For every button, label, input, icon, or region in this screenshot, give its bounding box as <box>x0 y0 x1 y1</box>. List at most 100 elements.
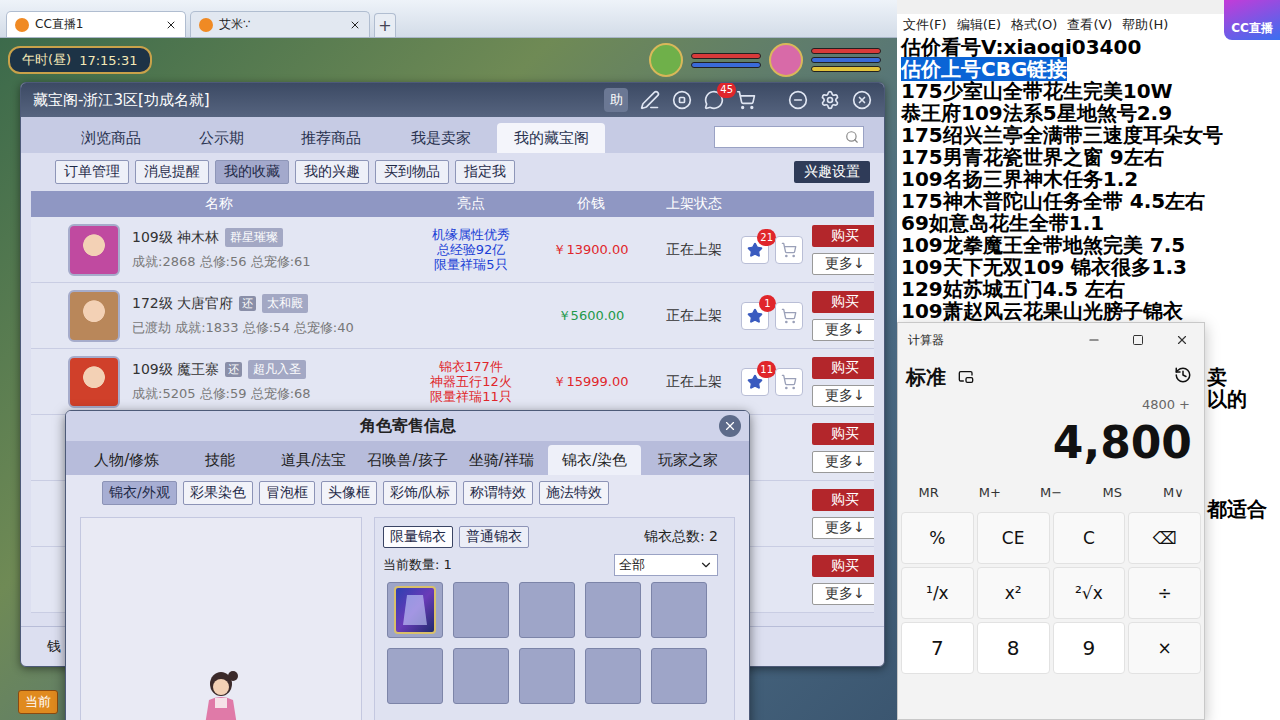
key-button[interactable]: ¹/x <box>901 567 974 619</box>
sub-tab[interactable]: 消息提醒 <box>135 160 209 184</box>
buy-button[interactable]: 购买 <box>812 555 874 577</box>
search-field[interactable] <box>714 126 864 148</box>
key-button[interactable]: CE <box>977 512 1050 564</box>
help-button[interactable]: 助 <box>604 88 628 112</box>
favorite-button[interactable]: 11 <box>741 368 769 396</box>
dialog-tab[interactable]: 坐骑/祥瑞 <box>454 445 548 475</box>
key-button[interactable]: ²√x <box>1053 567 1126 619</box>
menu-item[interactable]: 编辑(E) <box>957 16 1001 34</box>
key-button[interactable]: x² <box>977 567 1050 619</box>
table-row[interactable]: 109级 神木林群星璀璨成就:2868 总修:56 总宠修:61机缘属性优秀总经… <box>31 217 874 283</box>
more-button[interactable]: 更多↓ <box>812 517 874 539</box>
sub-tab[interactable]: 我的兴趣 <box>295 160 369 184</box>
memory-button[interactable]: M− <box>1020 485 1081 500</box>
minimize-icon[interactable] <box>788 90 808 110</box>
outfit-slot[interactable] <box>387 648 443 704</box>
add-cart-button[interactable] <box>775 302 803 330</box>
add-cart-button[interactable] <box>775 236 803 264</box>
browser-tab[interactable]: 艾米∵ <box>190 11 370 37</box>
outfit-slot[interactable] <box>453 648 509 704</box>
dialog-tab[interactable]: 锦衣/染色 <box>548 445 642 475</box>
filter-select[interactable]: 全部 <box>614 554 718 576</box>
new-tab-button[interactable]: + <box>374 13 396 37</box>
dialog-tab[interactable]: 玩家之家 <box>641 445 735 475</box>
sub-tab[interactable]: 订单管理 <box>55 160 129 184</box>
memory-button[interactable]: MS <box>1082 485 1143 500</box>
menu-item[interactable]: 文件(F) <box>903 16 947 34</box>
sub-tab[interactable]: 指定我 <box>455 160 515 184</box>
outfit-slot[interactable] <box>453 582 509 638</box>
dialog-tab[interactable]: 人物/修炼 <box>80 445 174 475</box>
key-button[interactable]: 9 <box>1053 622 1126 674</box>
current-button[interactable]: 当前 <box>18 690 58 714</box>
outfit-slot[interactable] <box>519 648 575 704</box>
memory-button[interactable]: MR <box>898 485 959 500</box>
table-row[interactable]: 109级 魔王寨还超凡入圣成就:5205 总修:59 总宠修:68锦衣177件神… <box>31 349 874 415</box>
memory-button[interactable]: M∨ <box>1143 485 1204 500</box>
sub-tab[interactable]: 买到物品 <box>375 160 449 184</box>
table-row[interactable]: 172级 大唐官府还太和殿已渡劫 成就:1833 总修:54 总宠修:40￥56… <box>31 283 874 349</box>
dialog-sub-tab[interactable]: 冒泡框 <box>259 481 315 505</box>
close-button[interactable] <box>1160 323 1204 357</box>
menu-item[interactable]: 格式(O) <box>1011 16 1057 34</box>
more-button[interactable]: 更多↓ <box>812 451 874 473</box>
dialog-sub-tab[interactable]: 彩果染色 <box>183 481 253 505</box>
stop-icon[interactable] <box>672 90 692 110</box>
outfit-kind-tab[interactable]: 普通锦衣 <box>459 526 529 548</box>
dialog-tab[interactable]: 召唤兽/孩子 <box>361 445 455 475</box>
interest-settings-button[interactable]: 兴趣设置 <box>794 161 870 183</box>
close-button[interactable] <box>719 415 741 437</box>
outfit-slot[interactable] <box>651 582 707 638</box>
outfit-slot[interactable] <box>585 648 641 704</box>
keep-on-top-icon[interactable] <box>958 369 974 385</box>
dialog-tab[interactable]: 技能 <box>174 445 268 475</box>
edit-icon[interactable] <box>640 90 660 110</box>
outfit-slot[interactable] <box>585 582 641 638</box>
close-icon[interactable] <box>165 19 177 31</box>
minimize-button[interactable] <box>1072 323 1116 357</box>
more-button[interactable]: 更多↓ <box>812 319 874 341</box>
key-button[interactable]: ⌫ <box>1128 512 1201 564</box>
buy-button[interactable]: 购买 <box>812 489 874 511</box>
key-button[interactable]: 7 <box>901 622 974 674</box>
buy-button[interactable]: 购买 <box>812 357 874 379</box>
sub-tab[interactable]: 我的收藏 <box>215 160 289 184</box>
key-button[interactable]: 8 <box>977 622 1050 674</box>
more-button[interactable]: 更多↓ <box>812 583 874 605</box>
cart-icon[interactable] <box>736 90 756 110</box>
memory-button[interactable]: M+ <box>959 485 1020 500</box>
more-button[interactable]: 更多↓ <box>812 385 874 407</box>
key-button[interactable]: C <box>1053 512 1126 564</box>
favorite-button[interactable]: 21 <box>741 236 769 264</box>
main-tab[interactable]: 我的藏宝阁 <box>497 123 605 153</box>
dialog-sub-tab[interactable]: 彩饰/队标 <box>383 481 458 505</box>
main-tab[interactable]: 浏览商品 <box>57 123 165 153</box>
messages-button[interactable]: 45 <box>704 90 724 110</box>
main-tab[interactable]: 推荐商品 <box>277 123 385 153</box>
main-tab[interactable]: 我是卖家 <box>387 123 495 153</box>
add-cart-button[interactable] <box>775 368 803 396</box>
dialog-tab[interactable]: 道具/法宝 <box>267 445 361 475</box>
outfit-slot[interactable] <box>651 648 707 704</box>
menu-item[interactable]: 帮助(H) <box>1122 16 1168 34</box>
more-button[interactable]: 更多↓ <box>812 253 874 275</box>
close-icon[interactable] <box>852 90 872 110</box>
key-button[interactable]: % <box>901 512 974 564</box>
dialog-sub-tab[interactable]: 头像框 <box>321 481 377 505</box>
history-icon[interactable] <box>1174 366 1192 384</box>
close-icon[interactable] <box>349 19 361 31</box>
favorite-button[interactable]: 1 <box>741 302 769 330</box>
browser-tab[interactable]: CC直播1 <box>6 11 186 37</box>
gear-icon[interactable] <box>820 90 840 110</box>
buy-button[interactable]: 购买 <box>812 423 874 445</box>
outfit-kind-tab[interactable]: 限量锦衣 <box>383 526 453 548</box>
buy-button[interactable]: 购买 <box>812 291 874 313</box>
main-tab[interactable]: 公示期 <box>167 123 275 153</box>
dialog-sub-tab[interactable]: 锦衣/外观 <box>102 481 177 505</box>
menu-item[interactable]: 查看(V) <box>1067 16 1112 34</box>
key-button[interactable]: ÷ <box>1128 567 1201 619</box>
dialog-sub-tab[interactable]: 称谓特效 <box>463 481 533 505</box>
outfit-slot[interactable] <box>519 582 575 638</box>
dialog-sub-tab[interactable]: 施法特效 <box>539 481 609 505</box>
key-button[interactable]: × <box>1128 622 1201 674</box>
